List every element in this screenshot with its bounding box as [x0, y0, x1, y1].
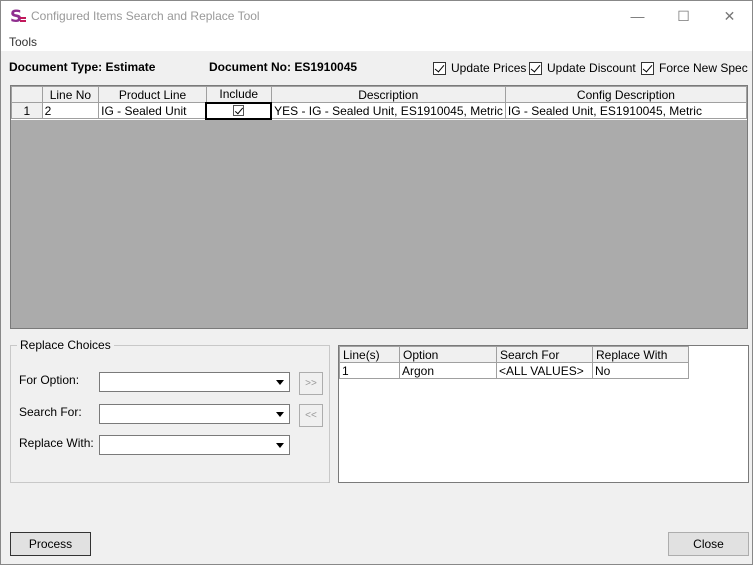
replace-choices-legend: Replace Choices — [17, 338, 114, 352]
row-header[interactable]: 1 — [11, 102, 43, 119]
update-prices-option[interactable]: Update Prices — [433, 61, 526, 75]
column-header-option[interactable]: Option — [399, 346, 497, 363]
table-row[interactable]: 1 2 IG - Sealed Unit YES - IG - Sealed U… — [11, 101, 748, 120]
force-new-spec-label: Force New Spec — [659, 61, 748, 75]
table-row[interactable]: 1 Argon <ALL VALUES> No — [339, 362, 689, 379]
document-number-label: Document No: ES1910045 — [209, 60, 358, 74]
window-title: Configured Items Search and Replace Tool — [31, 9, 260, 23]
line-no-cell[interactable]: 2 — [41, 102, 100, 119]
document-info-bar: Document Type: Estimate Document No: ES1… — [1, 51, 752, 84]
title-bar[interactable]: S Configured Items Search and Replace To… — [1, 1, 752, 31]
column-header-lines[interactable]: Line(s) — [339, 346, 400, 363]
process-button[interactable]: Process — [10, 532, 91, 556]
items-grid[interactable]: Line No Product Line Include Description… — [10, 85, 748, 329]
column-header-product-line[interactable]: Product Line — [98, 86, 207, 103]
s-logo-icon: S — [10, 7, 26, 25]
replace-with-cell[interactable]: No — [592, 362, 689, 379]
chevron-down-icon[interactable] — [273, 375, 287, 389]
update-prices-checkbox[interactable] — [433, 61, 446, 75]
replace-with-select[interactable] — [99, 435, 290, 455]
update-discount-checkbox[interactable] — [529, 61, 542, 75]
corner-header[interactable] — [11, 86, 43, 103]
app-window: S Configured Items Search and Replace To… — [0, 0, 753, 565]
search-for-cell[interactable]: <ALL VALUES> — [496, 362, 593, 379]
choices-header-row: Line(s) Option Search For Replace With — [339, 346, 689, 363]
close-window-button[interactable]: ✕ — [707, 1, 752, 31]
force-new-spec-checkbox[interactable] — [641, 61, 654, 75]
chevron-down-icon[interactable] — [273, 438, 287, 452]
search-for-select[interactable] — [99, 404, 290, 424]
config-description-cell[interactable]: IG - Sealed Unit, ES1910045, Metric — [504, 102, 748, 119]
column-header-search-for[interactable]: Search For — [496, 346, 593, 363]
choices-table: Line(s) Option Search For Replace With 1… — [339, 346, 689, 379]
choices-grid[interactable]: Line(s) Option Search For Replace With 1… — [338, 345, 749, 483]
replace-with-label: Replace With: — [19, 436, 94, 450]
document-type-label: Document Type: Estimate — [9, 60, 156, 74]
maximize-button[interactable]: ☐ — [661, 1, 706, 31]
column-header-config-description[interactable]: Config Description — [504, 86, 748, 103]
menu-bar: Tools — [1, 31, 752, 51]
update-discount-option[interactable]: Update Discount — [529, 61, 636, 75]
column-header-include[interactable]: Include — [205, 86, 272, 103]
search-for-label: Search For: — [19, 405, 82, 419]
items-table: Line No Product Line Include Description… — [11, 86, 748, 120]
update-prices-label: Update Prices — [451, 61, 527, 75]
remove-choice-button[interactable]: << — [299, 404, 323, 427]
column-header-description[interactable]: Description — [270, 86, 506, 103]
update-discount-label: Update Discount — [547, 61, 636, 75]
svg-text:S: S — [10, 7, 22, 25]
column-header-replace-with[interactable]: Replace With — [592, 346, 689, 363]
items-header-row: Line No Product Line Include Description… — [11, 86, 748, 103]
product-line-cell[interactable]: IG - Sealed Unit — [98, 102, 207, 119]
add-choice-button[interactable]: >> — [299, 372, 323, 395]
option-cell[interactable]: Argon — [399, 362, 497, 379]
close-button[interactable]: Close — [668, 532, 749, 556]
replace-choices-group: Replace Choices For Option: >> Search Fo… — [10, 338, 330, 483]
include-cell[interactable] — [205, 101, 273, 120]
chevron-down-icon[interactable] — [273, 407, 287, 421]
column-header-line-no[interactable]: Line No — [41, 86, 100, 103]
for-option-select[interactable] — [99, 372, 290, 392]
force-new-spec-option[interactable]: Force New Spec — [641, 61, 748, 75]
lines-cell[interactable]: 1 — [339, 362, 400, 379]
include-checkbox[interactable] — [233, 105, 245, 116]
minimize-button[interactable]: — — [615, 1, 660, 31]
menu-tools[interactable]: Tools — [9, 35, 37, 49]
for-option-label: For Option: — [19, 373, 80, 387]
description-cell[interactable]: YES - IG - Sealed Unit, ES1910045, Metri… — [270, 102, 506, 119]
